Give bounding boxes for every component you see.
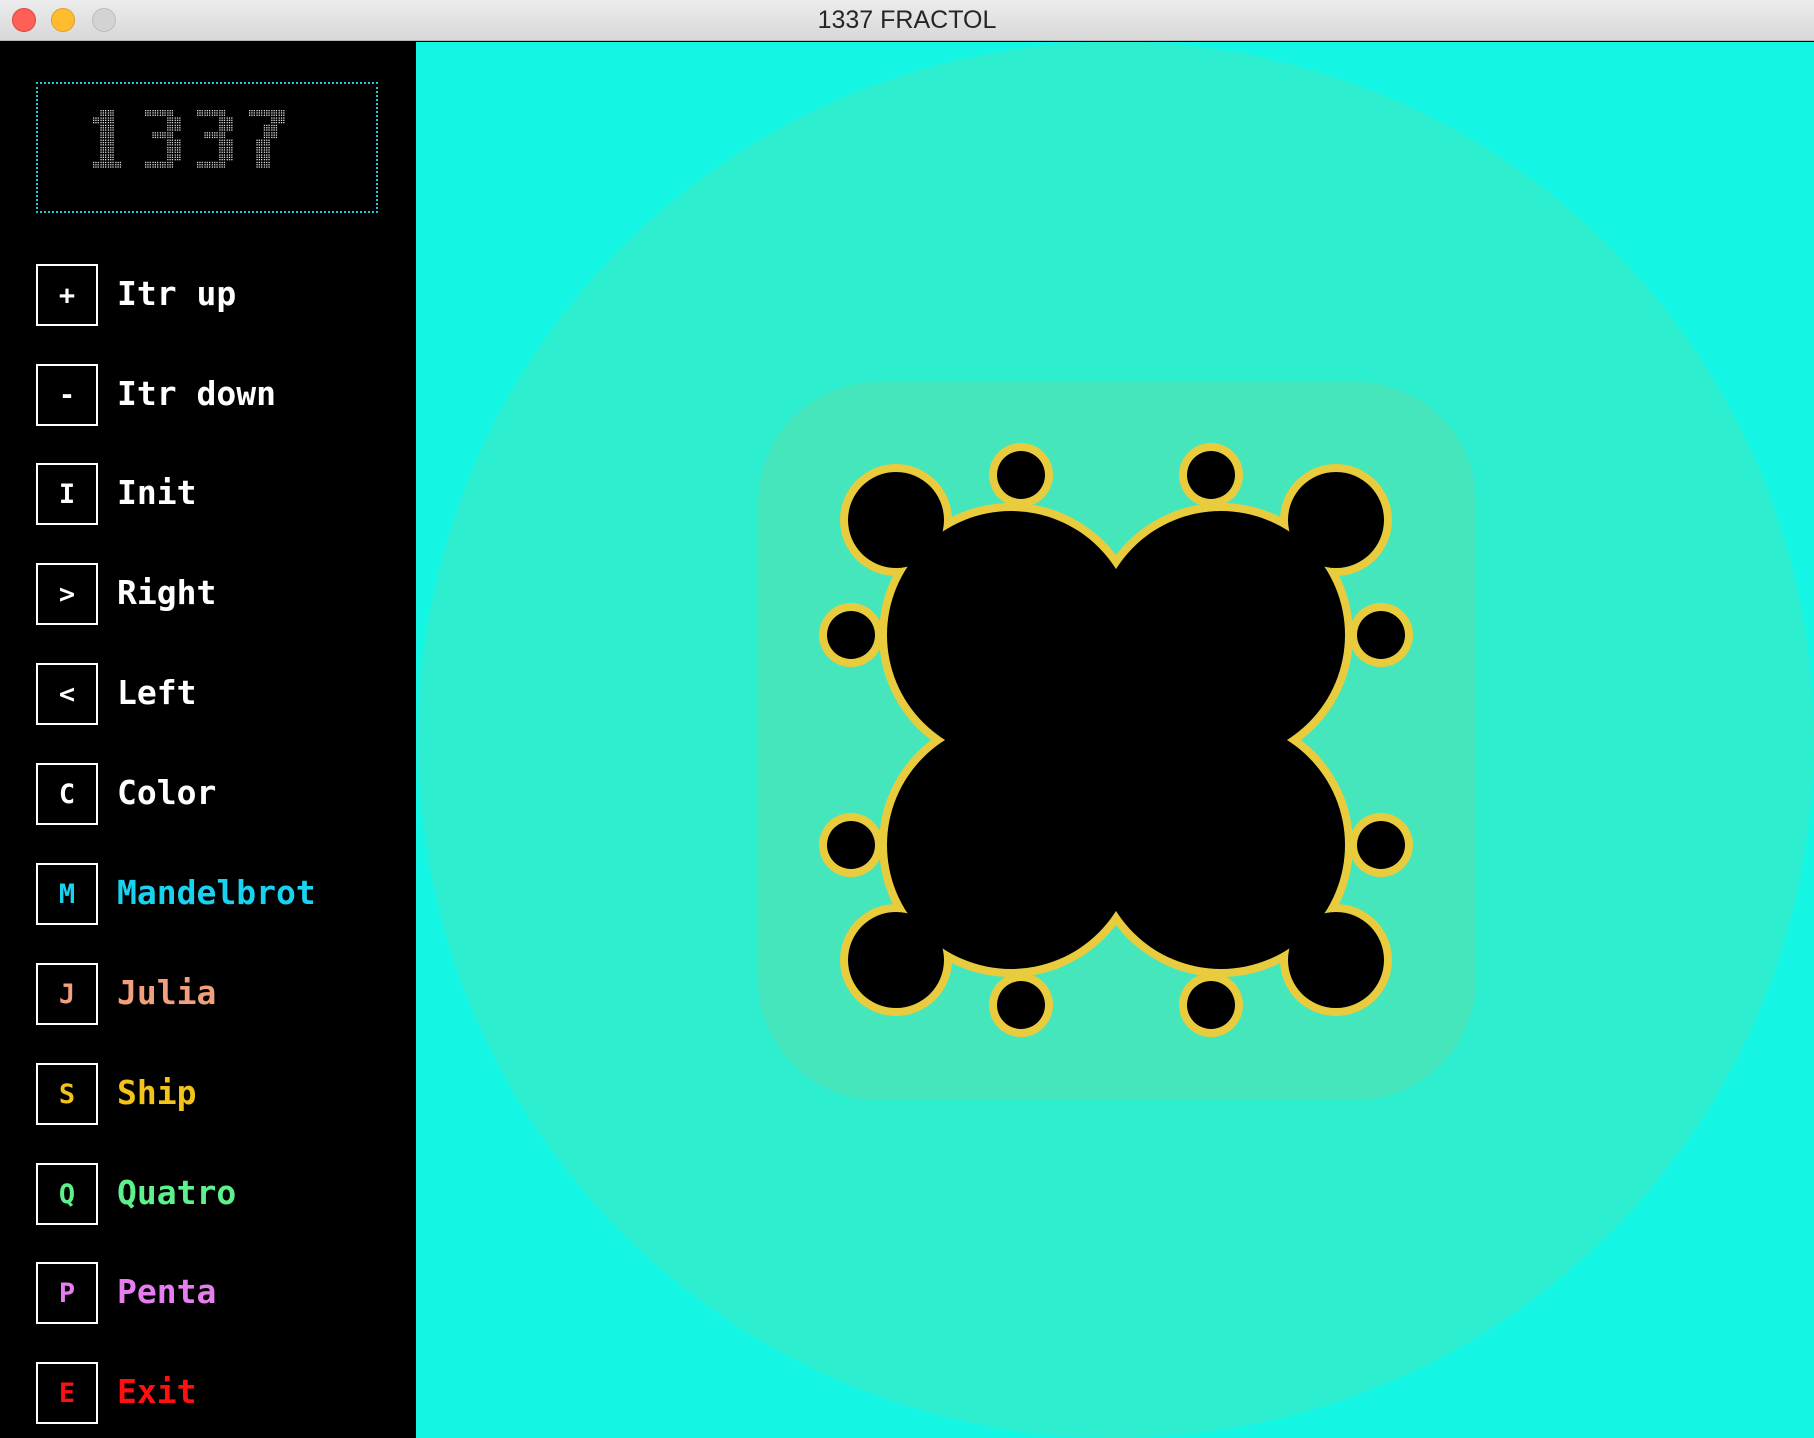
key-q[interactable]: Q [36,1163,98,1225]
menu-item-mandelbrot[interactable]: M Mandelbrot [36,863,376,925]
fractal-bulb [1288,472,1384,568]
menu-item-right[interactable]: > Right [36,563,376,625]
label-color: Color [117,773,217,812]
key-minus[interactable]: - [36,364,98,426]
key-right[interactable]: > [36,563,98,625]
fractal-bulb [997,451,1045,499]
label-itr-up: Itr up [117,274,237,313]
key-plus[interactable]: + [36,264,98,326]
key-left[interactable]: < [36,663,98,725]
key-p[interactable]: P [36,1262,98,1324]
menu-item-exit[interactable]: E Exit [36,1362,376,1424]
fractal-bulb [848,912,944,1008]
menu-item-quatro[interactable]: Q Quatro [36,1163,376,1225]
menu-item-itr-down[interactable]: - Itr down [36,364,376,426]
key-s[interactable]: S [36,1063,98,1125]
key-i[interactable]: I [36,463,98,525]
logo-1337-glyphs [93,110,285,168]
fractal-bulb [997,981,1045,1029]
menu-item-left[interactable]: < Left [36,663,376,725]
key-m[interactable]: M [36,863,98,925]
fractal-bulb [1187,981,1235,1029]
app-window: 1337 FRACTOL + Itr up - Itr down I Init … [0,0,1814,1438]
label-init: Init [117,473,197,512]
label-penta: Penta [117,1272,217,1311]
fractal-bulb [1187,451,1235,499]
menu-item-init[interactable]: I Init [36,463,376,525]
fractal-bulb [1288,912,1384,1008]
sidebar: + Itr up - Itr down I Init > Right < Lef… [0,42,416,1438]
menu-item-ship[interactable]: S Ship [36,1063,376,1125]
label-quatro: Quatro [117,1173,237,1212]
key-e[interactable]: E [36,1362,98,1424]
fractal-canvas[interactable] [416,42,1814,1438]
menu-item-julia[interactable]: J Julia [36,963,376,1025]
menu-item-penta[interactable]: P Penta [36,1262,376,1324]
key-j[interactable]: J [36,963,98,1025]
fractal-bulb [827,611,875,659]
fractal-bulb [1357,611,1405,659]
logo [36,82,378,213]
key-c[interactable]: C [36,763,98,825]
label-right: Right [117,573,217,612]
window-title: 1337 FRACTOL [817,6,997,34]
menu-item-itr-up[interactable]: + Itr up [36,264,376,326]
label-julia: Julia [117,973,217,1012]
title-bar: 1337 FRACTOL [0,0,1814,41]
label-exit: Exit [117,1372,197,1411]
label-itr-down: Itr down [117,374,276,413]
fractal-bulb [827,821,875,869]
fractal-core [996,620,1236,860]
fractal-bulb [848,472,944,568]
label-mandelbrot: Mandelbrot [117,873,316,912]
label-left: Left [117,673,197,712]
menu-item-color[interactable]: C Color [36,763,376,825]
fractal-bulb [1357,821,1405,869]
label-ship: Ship [117,1073,197,1112]
